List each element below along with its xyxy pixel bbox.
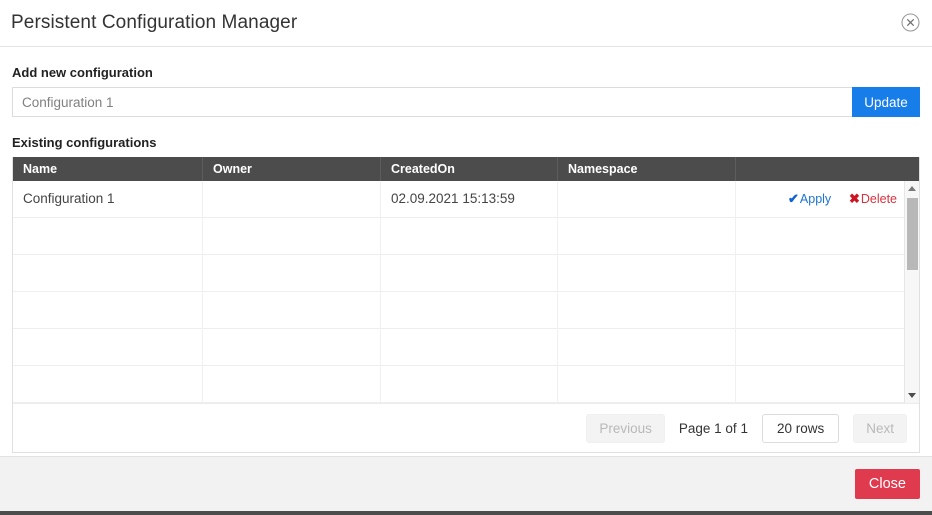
cell-createdon [381,254,558,292]
cell-name [13,291,203,329]
table-row[interactable] [13,328,907,366]
scrollbar-thumb[interactable] [907,198,918,270]
apply-label: Apply [799,191,832,206]
apply-link[interactable]: ✔Apply [788,190,832,206]
cell-name [13,254,203,292]
cell-createdon: 02.09.2021 15:13:59 [381,181,558,218]
cell-createdon [381,365,558,403]
cell-actions [736,255,907,292]
cell-owner [203,254,381,292]
existing-configurations-label: Existing configurations [12,135,157,150]
configurations-table: Name Owner CreatedOn Namespace Configura… [12,157,920,453]
column-header-namespace[interactable]: Namespace [558,157,736,181]
dialog-footer: Close [0,456,932,511]
column-header-owner[interactable]: Owner [203,157,381,181]
close-circle-icon[interactable] [901,13,920,32]
cell-name [13,365,203,403]
cell-createdon [381,291,558,329]
cell-actions [736,218,907,255]
add-new-configuration-label: Add new configuration [12,65,153,80]
configuration-name-input[interactable] [12,87,852,117]
cell-actions: ✔Apply ✖Delete [736,181,907,218]
table-row[interactable] [13,254,907,292]
cell-namespace [558,328,736,366]
x-icon: ✖ [848,190,860,206]
column-header-actions [736,157,919,181]
scroll-up-arrow-icon[interactable] [905,181,919,196]
scroll-down-arrow-icon[interactable] [905,388,919,403]
page-title: Persistent Configuration Manager [11,12,298,33]
cell-owner [203,181,381,218]
cell-actions [736,292,907,329]
cell-createdon [381,328,558,366]
table-vertical-scrollbar[interactable] [904,181,919,403]
page-indicator: Page 1 of 1 [678,420,748,436]
cell-namespace [558,217,736,255]
pagination-bar: Previous Page 1 of 1 20 rows Next [13,403,919,452]
table-row[interactable] [13,217,907,255]
cell-name: Configuration 1 [13,181,203,218]
table-body: Configuration 1 02.09.2021 15:13:59 ✔App… [13,181,919,403]
cell-owner [203,217,381,255]
rows-per-page-select[interactable]: 20 rows [761,413,840,443]
cell-actions [736,366,907,403]
cell-namespace [558,365,736,403]
add-configuration-row: Update [12,87,920,117]
cell-namespace [558,291,736,329]
update-button[interactable]: Update [852,87,920,117]
dialog-titlebar: Persistent Configuration Manager [0,0,932,47]
cell-owner [203,328,381,366]
cell-owner [203,365,381,403]
cell-owner [203,291,381,329]
cell-actions [736,329,907,366]
table-row[interactable] [13,365,907,403]
table-row[interactable] [13,291,907,329]
column-header-createdon[interactable]: CreatedOn [381,157,558,181]
close-button[interactable]: Close [854,469,920,499]
table-header-row: Name Owner CreatedOn Namespace [13,157,919,181]
dialog-body: Add new configuration Update Existing co… [0,47,932,456]
bottom-accent-bar [0,511,932,515]
next-page-button[interactable]: Next [853,413,907,443]
cell-name [13,217,203,255]
cell-name [13,328,203,366]
delete-link[interactable]: ✖Delete [848,190,897,206]
delete-label: Delete [860,191,897,206]
cell-namespace [558,254,736,292]
column-header-name[interactable]: Name [13,157,203,181]
table-row[interactable]: Configuration 1 02.09.2021 15:13:59 ✔App… [13,181,907,218]
previous-page-button[interactable]: Previous [586,413,665,443]
cell-namespace [558,181,736,218]
cell-createdon [381,217,558,255]
persistent-configuration-manager-dialog: Persistent Configuration Manager Add new… [0,0,932,515]
check-icon: ✔ [788,190,799,206]
